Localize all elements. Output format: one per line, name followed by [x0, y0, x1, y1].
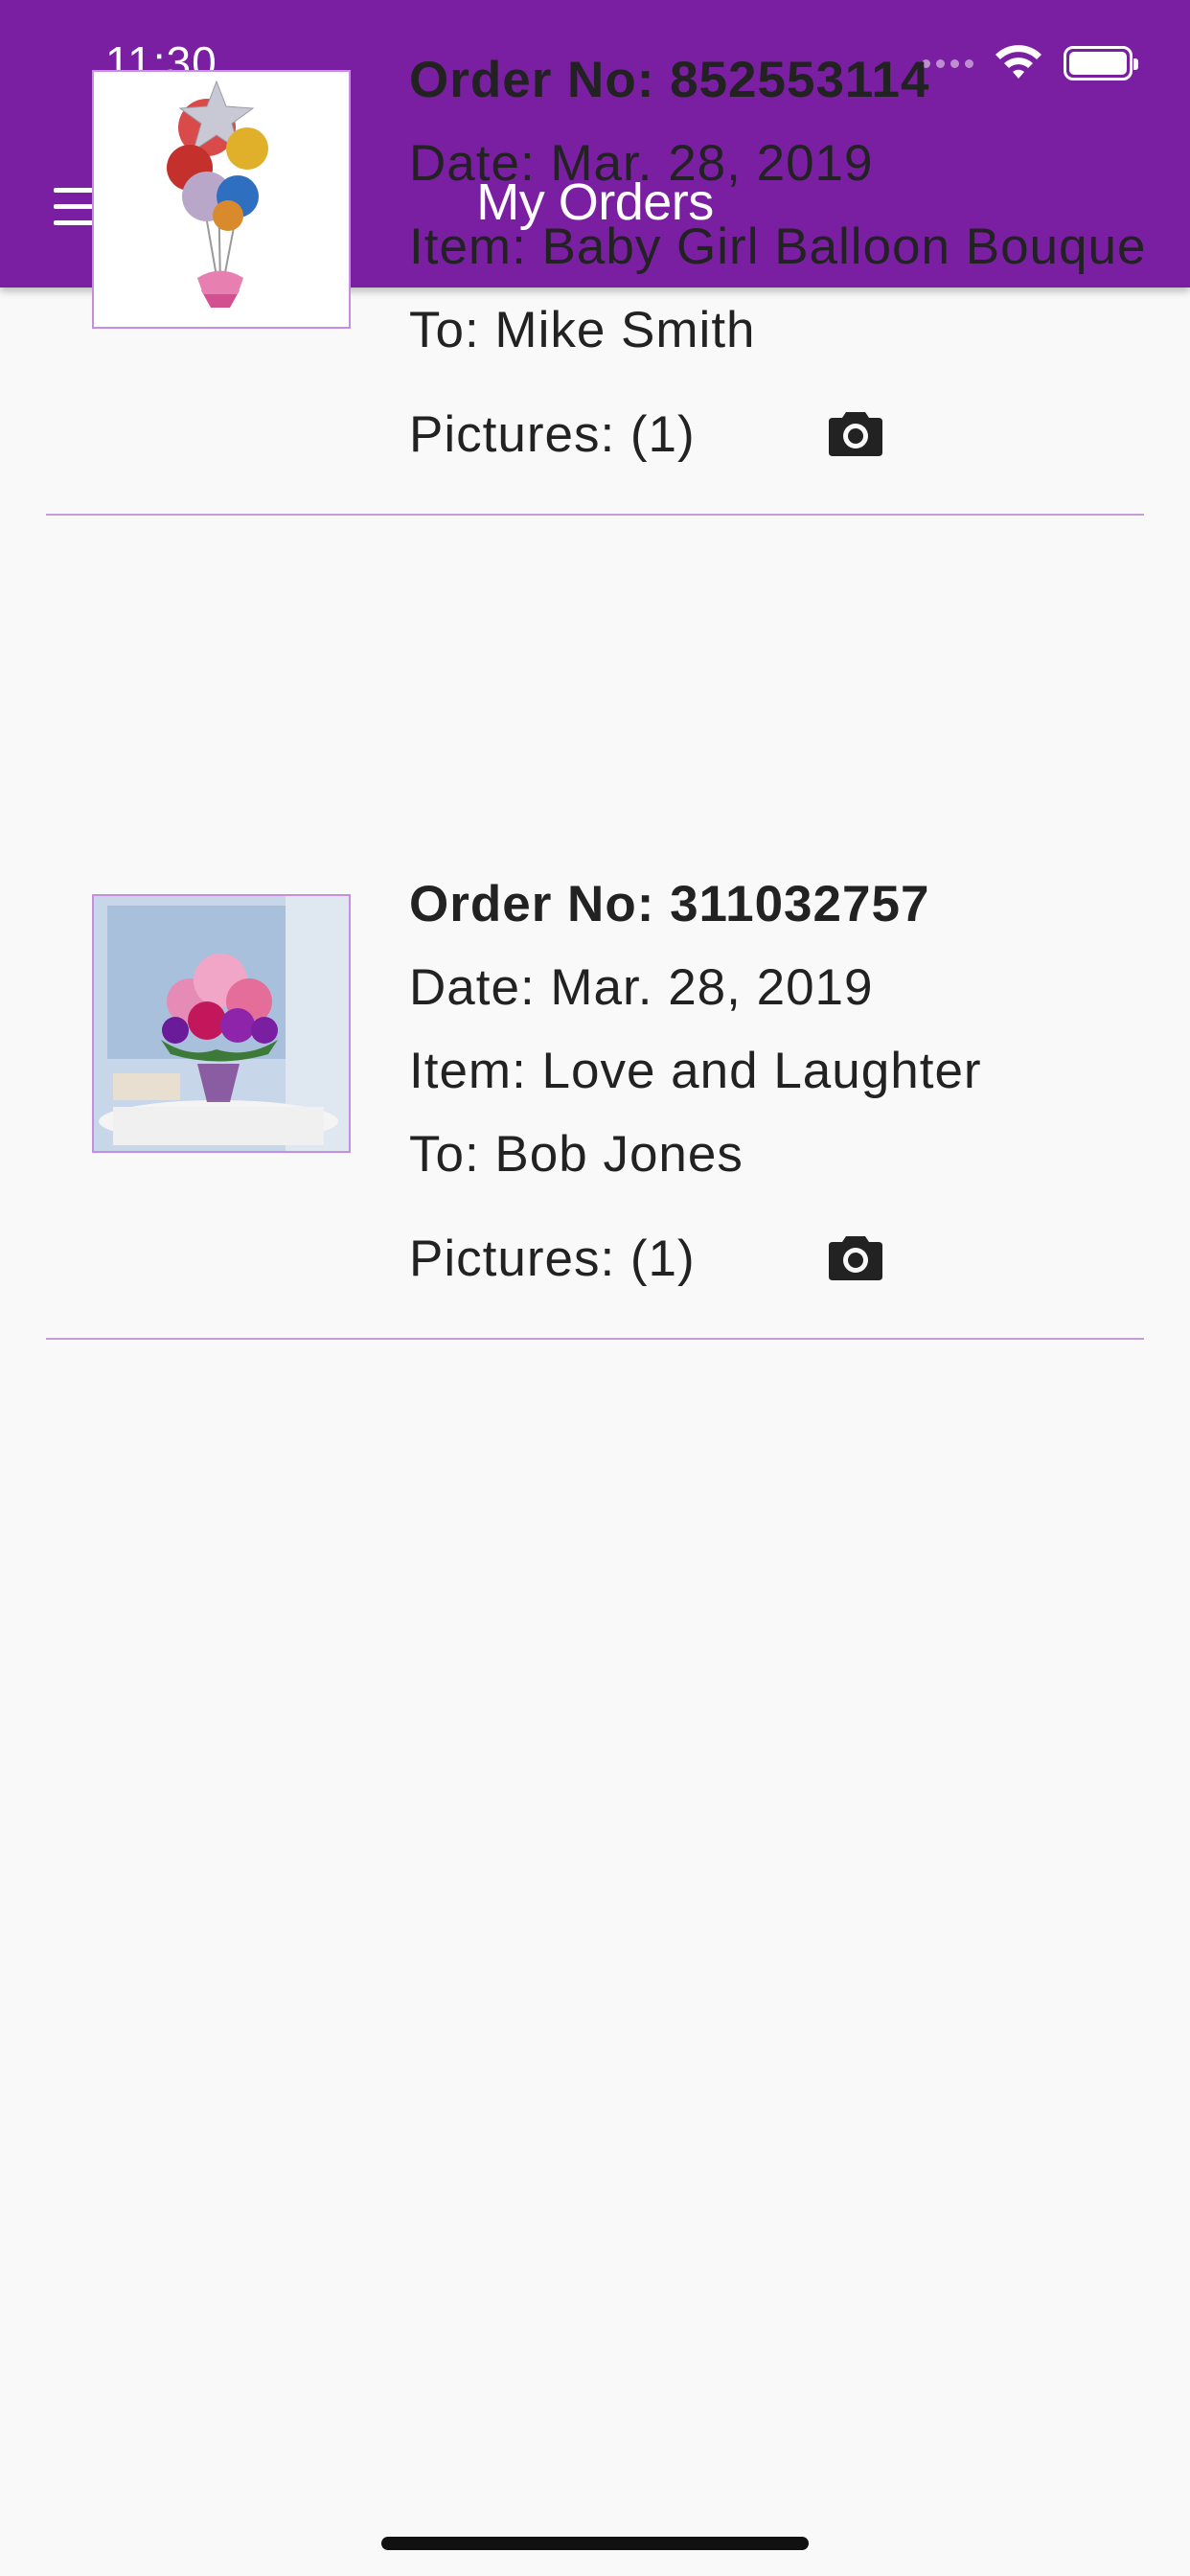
- order-list-item[interactable]: Order No: 311032757 Date: Mar. 28, 2019 …: [46, 824, 1144, 1340]
- camera-icon[interactable]: [829, 408, 882, 456]
- pictures-count: Pictures: (1): [409, 1230, 696, 1287]
- home-indicator[interactable]: [381, 2537, 809, 2550]
- order-date: Date: Mar. 28, 2019: [409, 959, 874, 1016]
- order-item: Item: Baby Girl Balloon Bouquet: [409, 218, 1147, 275]
- pictures-row: Pictures: (1): [409, 1221, 1147, 1298]
- order-number: Order No: 852553114: [409, 52, 930, 108]
- order-number: Order No: 311032757: [409, 876, 930, 932]
- pictures-row: Pictures: (1): [409, 397, 1147, 473]
- camera-icon[interactable]: [829, 1232, 882, 1280]
- balloon-bouquet-image[interactable]: [92, 70, 351, 329]
- my-orders-screen: 11:30 My Orders Order No: 311032757 Date…: [0, 0, 1190, 2576]
- order-item: Item: Love and Laughter: [409, 1043, 982, 1099]
- order-recipient: To: Mike Smith: [409, 302, 756, 358]
- order-list-item[interactable]: Order No: 852553114 Date: Mar. 28, 2019 …: [46, 0, 1147, 516]
- order-recipient: To: Bob Jones: [409, 1126, 744, 1183]
- flower-vase-image[interactable]: [92, 894, 351, 1153]
- order-date: Date: Mar. 28, 2019: [409, 135, 874, 192]
- order-details: Order No: 311032757 Date: Mar. 28, 2019 …: [409, 862, 1147, 1298]
- order-details: Order No: 852553114 Date: Mar. 28, 2019 …: [409, 38, 1147, 473]
- pictures-count: Pictures: (1): [409, 406, 696, 463]
